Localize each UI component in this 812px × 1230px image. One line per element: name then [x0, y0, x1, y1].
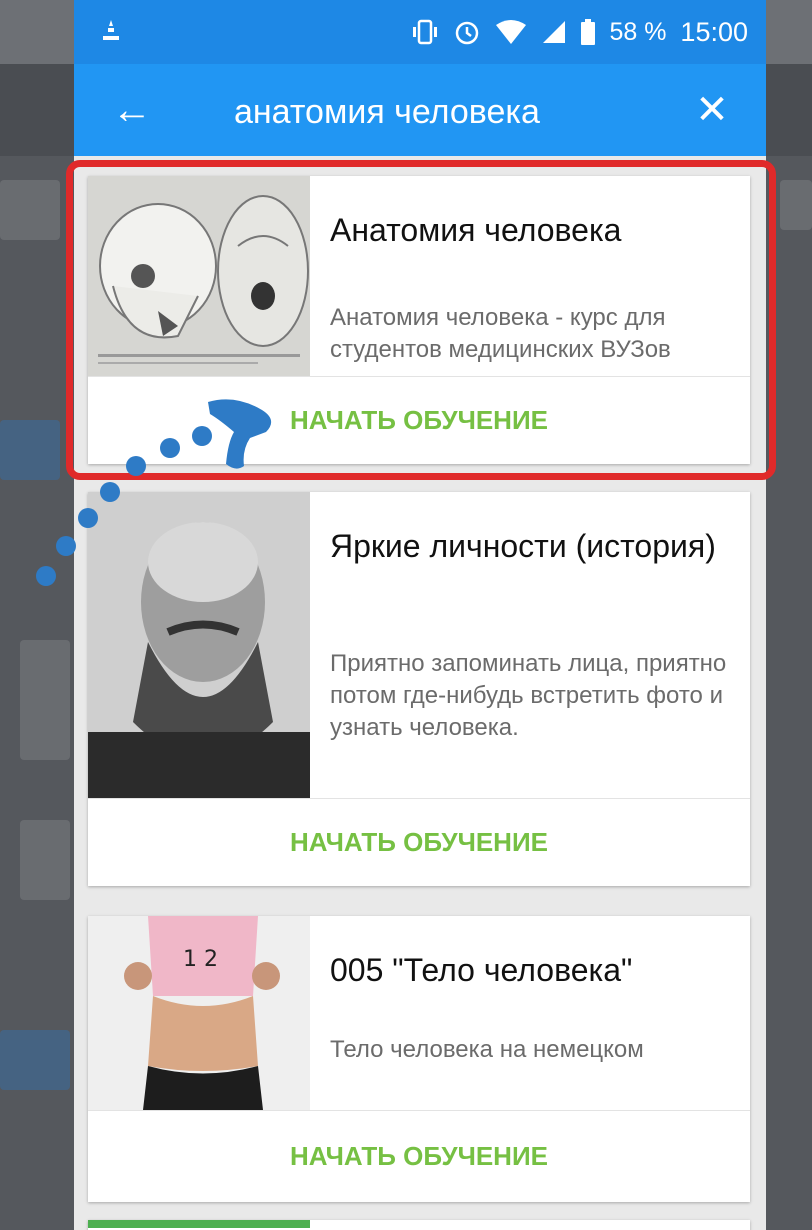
back-arrow-icon[interactable]: ←: [104, 82, 160, 138]
status-bar: 58 % 15:00: [74, 0, 766, 64]
annotation-arrow-icon: [36, 399, 272, 586]
battery-percentage: 58 %: [609, 17, 667, 46]
app-bar: ← анатомия человека ✕: [74, 64, 766, 156]
wifi-icon: [496, 20, 527, 44]
course-card-partial[interactable]: [88, 1220, 750, 1230]
start-learning-button[interactable]: НАЧАТЬ ОБУЧЕНИЕ: [88, 799, 750, 886]
background-blob: [0, 180, 60, 240]
notification-icon: [103, 20, 119, 40]
course-title: Яркие личности (история): [330, 528, 716, 564]
battery-icon: [581, 19, 596, 45]
start-learning-button[interactable]: НАЧАТЬ ОБУЧЕНИЕ: [88, 1111, 750, 1202]
course-card[interactable]: 1 2 005 "Тело человека" Тело человека на…: [88, 916, 750, 1202]
search-query-title: анатомия человека: [234, 93, 540, 131]
status-icons: 58 % 15:00: [411, 14, 748, 50]
background-blob: [20, 820, 70, 900]
svg-text:1 2: 1 2: [183, 947, 218, 972]
background-blob: [20, 640, 70, 760]
background-blob: [0, 1030, 70, 1090]
course-description: Приятно запоминать лица, приятно потом г…: [330, 650, 727, 741]
background-blob: [780, 180, 812, 230]
course-title: 005 "Тело человека": [330, 952, 633, 988]
clock-time: 15:00: [680, 16, 748, 47]
vibrate-icon: [413, 19, 438, 45]
course-description: Тело человека на немецком: [330, 1036, 644, 1063]
course-thumbnail-partial: [88, 1220, 310, 1228]
course-thumbnail-body: 1 2: [88, 916, 310, 1110]
alarm-icon: [456, 21, 479, 45]
signal-icon: [543, 21, 566, 43]
close-icon[interactable]: ✕: [684, 82, 740, 138]
